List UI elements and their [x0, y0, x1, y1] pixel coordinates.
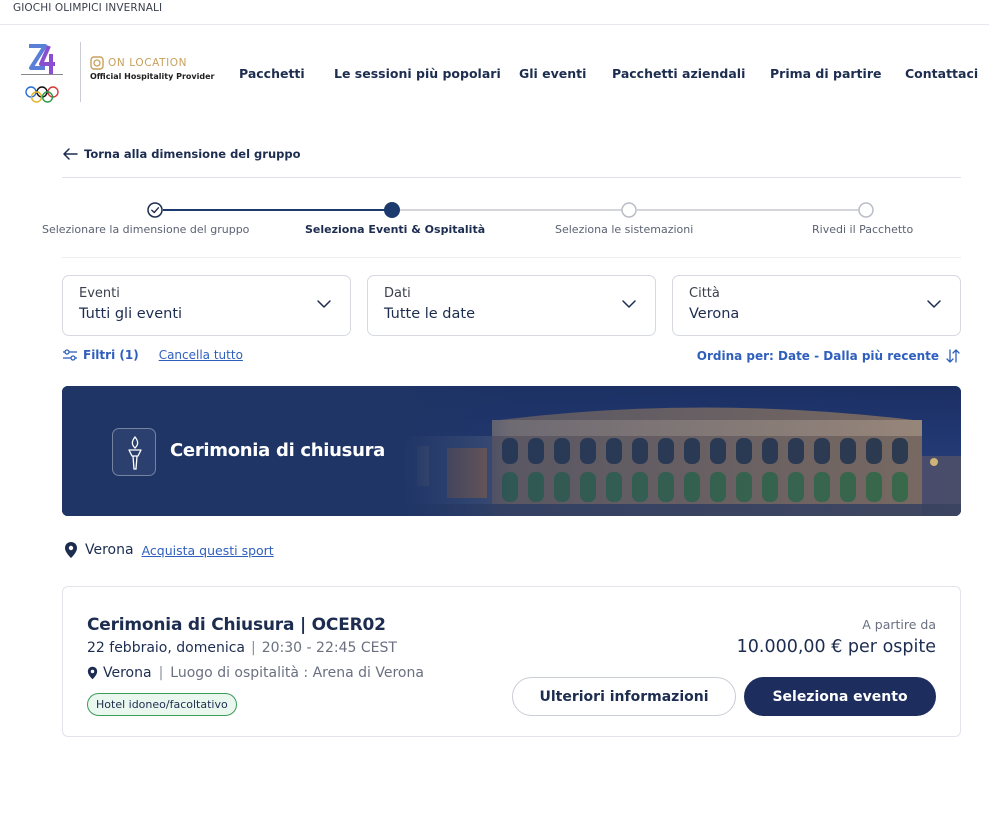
- hotel-eligible-badge: Hotel idoneo/facoltativo: [87, 693, 237, 716]
- chevron-down-icon: [927, 300, 941, 308]
- city-dropdown-value: Verona: [689, 306, 740, 322]
- sort-arrows-icon: [946, 349, 960, 363]
- chevron-down-icon: [622, 300, 636, 308]
- top-bar-label: GIOCHI OLIMPICI INVERNALI: [13, 2, 163, 14]
- milano-cortina-logo[interactable]: [15, 42, 69, 104]
- step-1-check-icon[interactable]: [147, 202, 163, 218]
- events-dropdown-label: Eventi: [79, 286, 120, 301]
- buy-these-sports-link[interactable]: Acquista questi sport: [142, 543, 274, 558]
- on-location-name: ON LOCATION: [108, 57, 188, 69]
- sort-label: Ordina per: Date - Dalla più recente: [696, 349, 939, 363]
- event-city: Verona: [103, 665, 152, 681]
- arrow-left-icon: [63, 148, 78, 160]
- filters-button[interactable]: Filtri (1): [83, 348, 139, 362]
- provider-tagline: Official Hospitality Provider: [90, 72, 215, 81]
- step-4-label: Rivedi il Pacchetto: [812, 223, 914, 236]
- location-header: Verona Acquista questi sport: [64, 541, 274, 559]
- back-link-label: Torna alla dimensione del gruppo: [84, 147, 301, 161]
- step-4-pending-dot-icon: [858, 202, 874, 218]
- events-dropdown[interactable]: Eventi Tutti gli eventi: [62, 275, 351, 336]
- sliders-icon[interactable]: [62, 348, 78, 362]
- torch-icon: [128, 435, 142, 470]
- dates-dropdown[interactable]: Dati Tutte le date: [367, 275, 656, 336]
- nav-item-pacchetti-aziendali[interactable]: Pacchetti aziendali: [612, 66, 745, 81]
- location-city: Verona: [85, 542, 134, 558]
- site-header: ON LOCATION Official Hospitality Provide…: [0, 25, 989, 120]
- step-2-label: Seleziona Eventi & Ospitalità: [305, 223, 486, 236]
- more-info-button[interactable]: Ulteriori informazioni: [512, 677, 736, 716]
- filters-bar: Filtri (1) Cancella tutto: [62, 348, 243, 362]
- map-pin-icon: [65, 542, 77, 558]
- step-2-active-dot-icon: [384, 202, 400, 218]
- sort-control[interactable]: Ordina per: Date - Dalla più recente: [697, 348, 961, 364]
- on-location-mark-icon: [90, 56, 104, 70]
- top-bar: GIOCHI OLIMPICI INVERNALI: [0, 0, 989, 25]
- nav-item-prima-di-partire[interactable]: Prima di partire: [770, 66, 881, 81]
- step-1-label[interactable]: Selezionare la dimensione del gruppo: [42, 223, 249, 236]
- event-time: 20:30 - 22:45 CEST: [261, 640, 397, 656]
- nav-item-eventi[interactable]: Gli eventi: [519, 66, 586, 81]
- city-dropdown[interactable]: Città Verona: [672, 275, 961, 336]
- divider: [62, 257, 961, 258]
- back-link[interactable]: Torna alla dimensione del gruppo: [62, 147, 301, 161]
- event-category-banner: Cerimonia di chiusura: [62, 386, 961, 516]
- banner-icon-tile: [112, 428, 156, 476]
- event-date: 22 febbraio, domenica: [87, 640, 246, 656]
- banner-title: Cerimonia di chiusura: [170, 440, 386, 461]
- divider: [62, 177, 961, 178]
- nav-item-pacchetti[interactable]: Pacchetti: [239, 66, 305, 81]
- events-dropdown-value: Tutti gli eventi: [79, 306, 183, 322]
- milano-cortina-emblem-icon: [21, 44, 63, 103]
- dates-dropdown-value: Tutte le date: [384, 306, 476, 322]
- step-3-pending-dot-icon: [621, 202, 637, 218]
- select-event-button[interactable]: Seleziona evento: [744, 677, 936, 716]
- event-venue: Luogo di ospitalità : Arena di Verona: [170, 665, 424, 681]
- step-3-label: Seleziona le sistemazioni: [555, 223, 694, 236]
- chevron-down-icon: [317, 300, 331, 308]
- event-venue-row: Verona | Luogo di ospitalità : Arena di Ve…: [87, 665, 424, 681]
- map-pin-icon: [87, 666, 98, 680]
- nav-item-contattaci[interactable]: Contattaci: [905, 66, 978, 81]
- progress-stepper: [147, 202, 874, 218]
- logo-divider: [80, 42, 81, 102]
- event-price: 10.000,00 € per ospite: [736, 637, 936, 657]
- clear-all-link[interactable]: Cancella tutto: [159, 348, 243, 362]
- event-title: Cerimonia di Chiusura | OCER02: [87, 615, 386, 635]
- city-dropdown-label: Città: [689, 286, 720, 301]
- event-datetime: 22 febbraio, domenica | 20:30 - 22:45 CEST: [87, 640, 397, 656]
- price-prefix: A partire da: [862, 617, 936, 632]
- event-card: Cerimonia di Chiusura | OCER02 22 febbra…: [62, 586, 961, 737]
- nav-item-sessioni-popolari[interactable]: Le sessioni più popolari: [334, 66, 501, 81]
- dates-dropdown-label: Dati: [384, 286, 411, 301]
- on-location-logo[interactable]: ON LOCATION Official Hospitality Provide…: [90, 56, 214, 81]
